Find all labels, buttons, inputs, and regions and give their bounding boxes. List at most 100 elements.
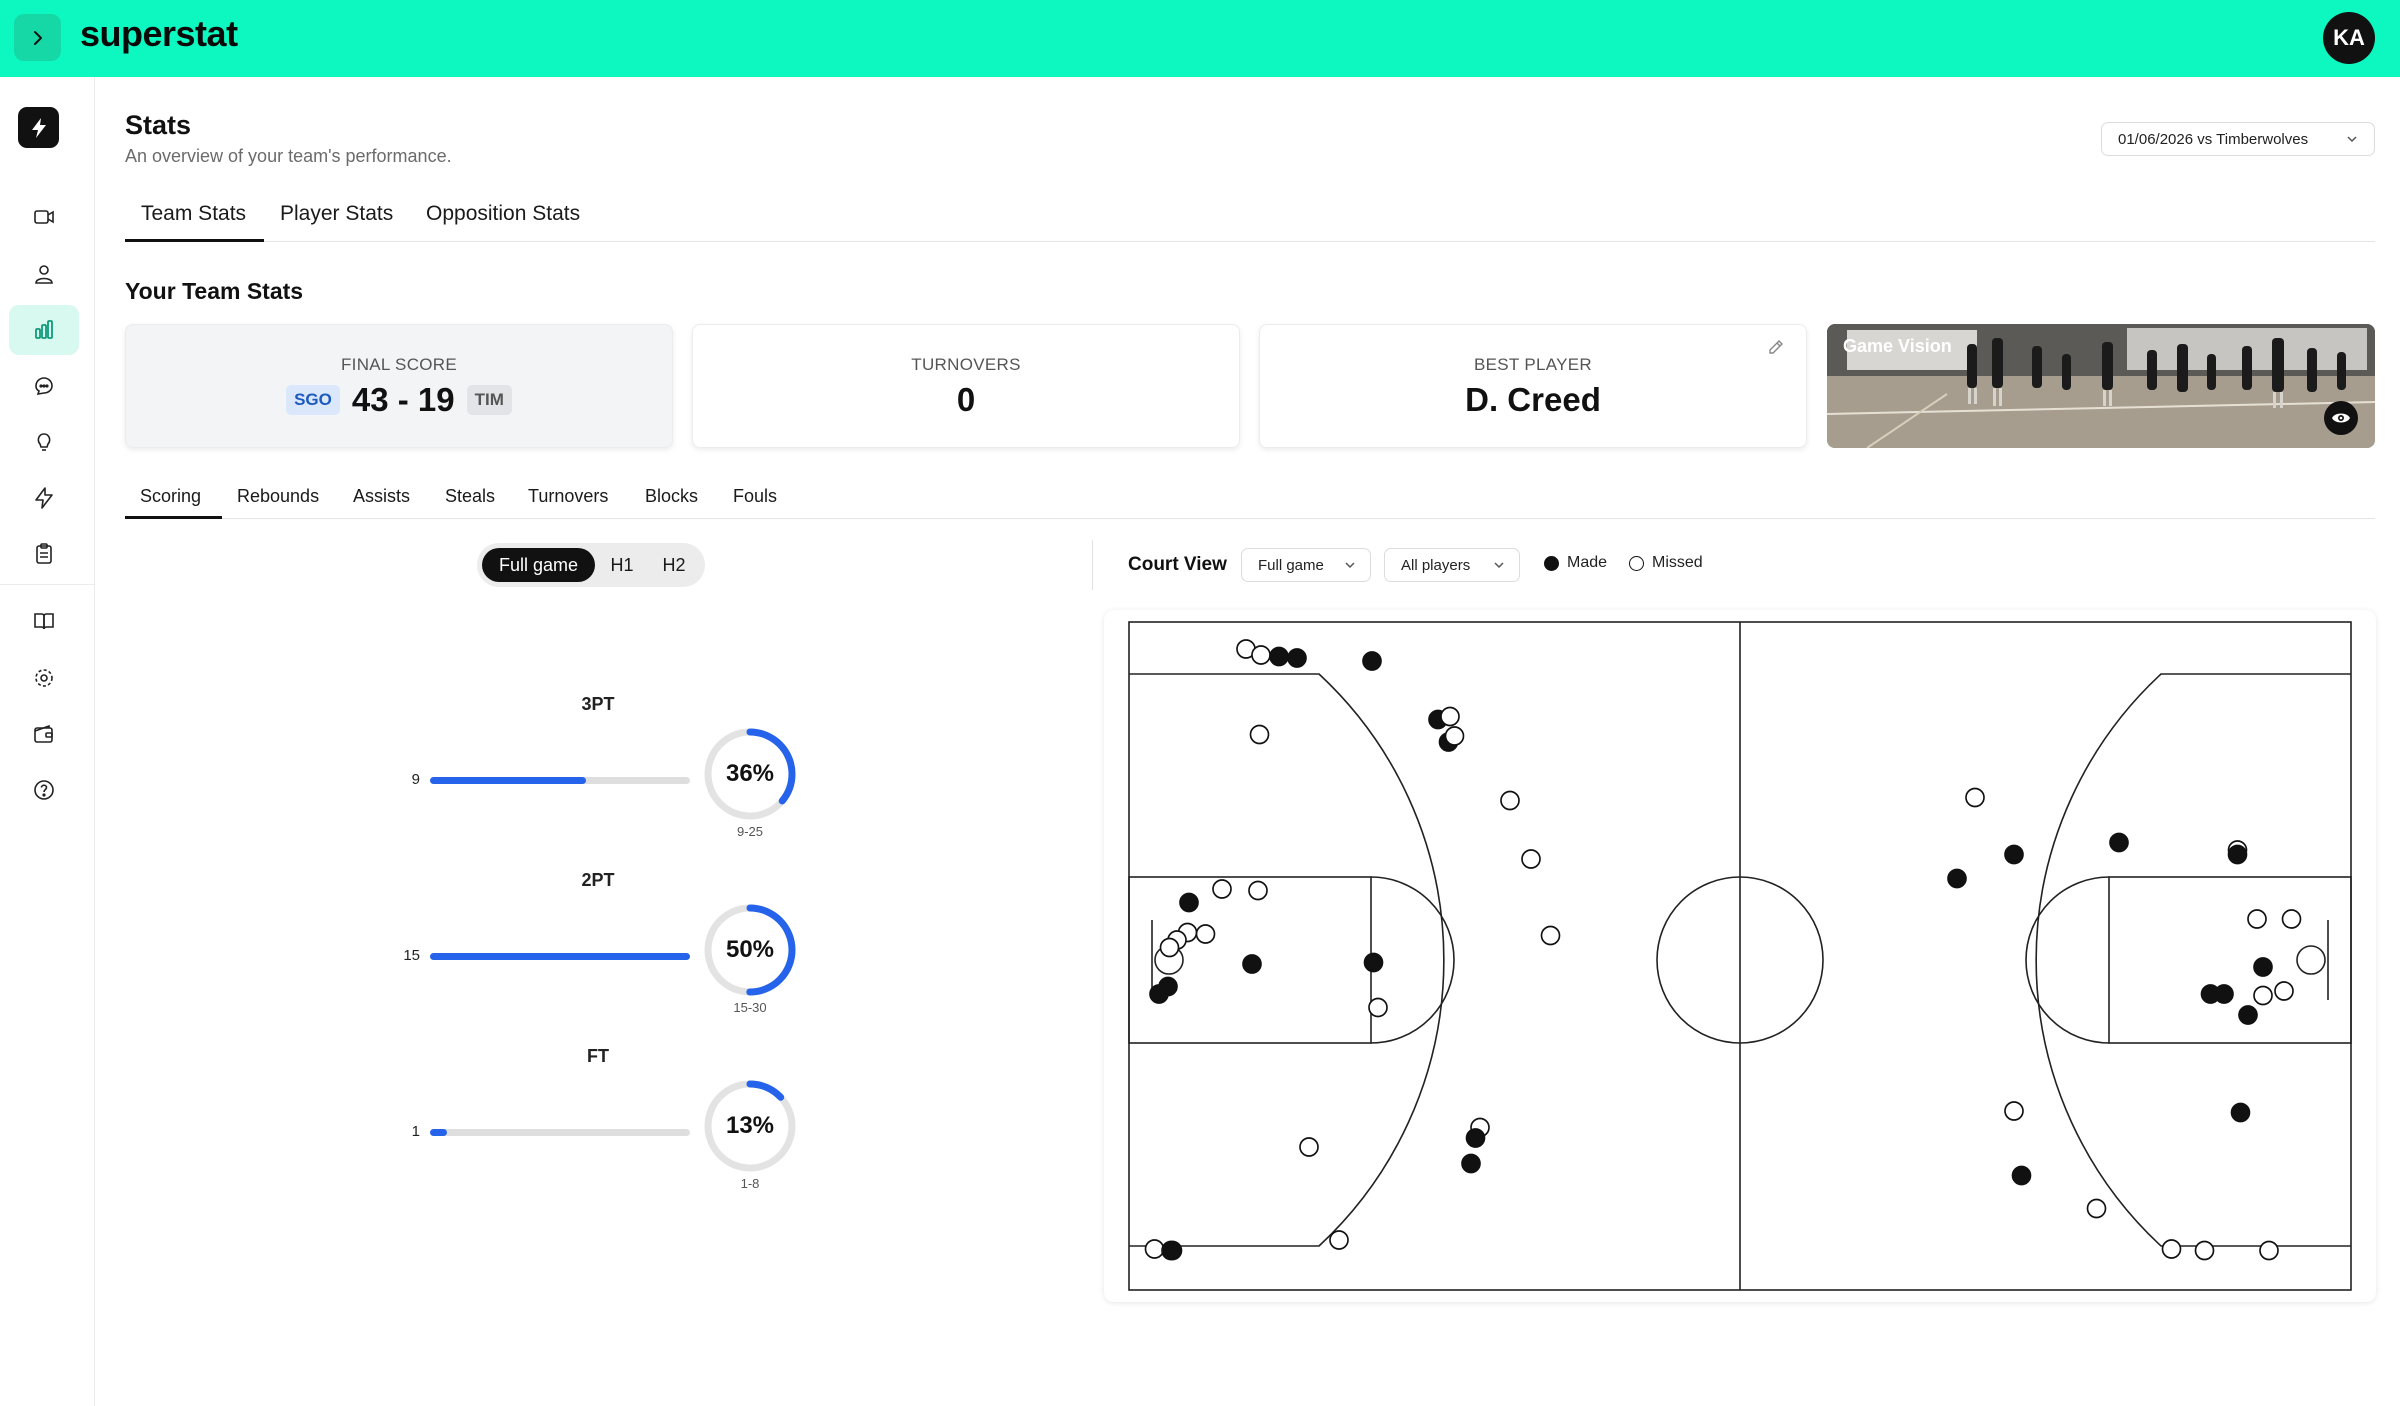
shot-missed-marker[interactable] (1965, 787, 1985, 808)
shot-missed-marker[interactable] (1212, 879, 1232, 899)
top-bar: superstat KA (0, 0, 2400, 77)
shot-missed-marker[interactable] (1159, 937, 1180, 958)
sidebar-item-actions[interactable] (9, 473, 79, 523)
help-icon (34, 780, 54, 800)
view-video-button[interactable] (2324, 401, 2358, 435)
shot-missed-marker[interactable] (2247, 909, 2267, 929)
shot-made-marker[interactable] (2011, 1165, 2032, 1186)
tab-scoring[interactable]: Scoring (125, 486, 222, 519)
court-period-value: Full game (1258, 556, 1324, 574)
shot-made-marker[interactable] (1947, 868, 1967, 889)
shot-made-marker[interactable] (1287, 648, 1307, 668)
sidebar-item-players[interactable] (9, 249, 79, 299)
pencil-icon[interactable] (1766, 337, 1786, 357)
period-h1[interactable]: H1 (597, 548, 647, 582)
sidebar-divider (0, 584, 95, 585)
chevron-down-icon (2347, 136, 2357, 143)
shot-missed-marker[interactable] (2161, 1239, 2182, 1259)
tab-rebounds[interactable]: Rebounds (237, 486, 319, 519)
shot-made-marker[interactable] (1465, 1128, 1486, 1148)
shot-made-marker[interactable] (1242, 954, 1262, 974)
page-subtitle: An overview of your team's performance. (125, 146, 452, 166)
shot-missed-marker[interactable] (1248, 880, 1268, 901)
shot-made-marker[interactable] (2253, 957, 2273, 977)
eye-icon (2332, 413, 2350, 423)
shot-made-marker[interactable] (1179, 892, 1199, 913)
period-h2[interactable]: H2 (649, 548, 699, 582)
shot-missed-marker[interactable] (2086, 1198, 2107, 1219)
chevron-down-icon (1345, 562, 1355, 569)
shot-missed-marker[interactable] (1249, 724, 1270, 745)
shot-missed-marker[interactable] (2281, 909, 2302, 929)
user-icon (35, 265, 53, 284)
tab-turnovers[interactable]: Turnovers (528, 486, 608, 519)
shot-missed-marker[interactable] (1251, 645, 1271, 665)
court-player-select[interactable]: All players (1384, 548, 1520, 582)
book-icon (34, 613, 54, 630)
brand-logo[interactable]: superstat (80, 13, 238, 55)
shot-missed-marker[interactable] (1540, 925, 1561, 946)
shot-markers (1144, 639, 2302, 1261)
shot-made-marker[interactable] (2230, 1102, 2251, 1123)
shot-made-marker[interactable] (1269, 646, 1289, 667)
shot-missed-marker[interactable] (1440, 706, 1460, 727)
shot-missed-marker[interactable] (2259, 1240, 2279, 1261)
tab-assists[interactable]: Assists (353, 486, 410, 519)
tab-player-stats[interactable]: Player Stats (280, 202, 393, 242)
home-team-badge: SGO (286, 385, 340, 415)
bolt-logo-icon (31, 117, 46, 138)
court-period-select[interactable]: Full game (1241, 548, 1371, 582)
sidebar-item-playbook[interactable] (9, 596, 79, 646)
sidebar-item-chat[interactable] (9, 361, 79, 411)
shot-missed-marker[interactable] (1500, 790, 1520, 811)
shot-missed-marker[interactable] (1144, 1239, 1165, 1259)
user-avatar[interactable]: KA (2323, 12, 2375, 64)
shot-made-marker[interactable] (1162, 1240, 1183, 1261)
shot-missed-marker[interactable] (1368, 997, 1388, 1018)
sidebar-item-settings[interactable] (9, 653, 79, 703)
stat-2pt-bar-fill (430, 953, 690, 960)
shot-made-marker[interactable] (2004, 844, 2024, 865)
wallet-icon (34, 724, 53, 743)
clipboard-icon (36, 543, 52, 564)
shot-missed-marker[interactable] (2274, 981, 2294, 1001)
stat-3pt-points: 9 (411, 771, 420, 788)
app-logo[interactable] (18, 107, 59, 148)
shot-made-marker[interactable] (2238, 1005, 2258, 1025)
stat-ft-label: FT (587, 1046, 609, 1066)
shot-made-marker[interactable] (2109, 832, 2129, 853)
period-full-game[interactable]: Full game (482, 548, 595, 582)
tab-blocks[interactable]: Blocks (645, 486, 698, 519)
shot-missed-marker[interactable] (1299, 1137, 1319, 1157)
sidebar-item-billing[interactable] (9, 709, 79, 759)
tab-opposition-stats[interactable]: Opposition Stats (426, 202, 580, 242)
tab-team-stats[interactable]: Team Stats (125, 202, 264, 242)
shot-missed-marker[interactable] (1521, 849, 1541, 869)
shot-missed-marker[interactable] (2253, 985, 2273, 1006)
tab-steals[interactable]: Steals (445, 486, 495, 519)
shot-made-marker[interactable] (1362, 651, 1382, 671)
stat-2pt-points: 15 (403, 947, 420, 964)
shot-made-marker[interactable] (2214, 984, 2234, 1004)
shot-made-marker[interactable] (1149, 984, 1169, 1004)
game-select[interactable]: 01/06/2026 vs Timberwolves (2101, 122, 2375, 156)
shot-missed-marker[interactable] (2194, 1240, 2215, 1261)
shot-made-marker[interactable] (1363, 952, 1384, 973)
sidebar-item-reports[interactable] (9, 529, 79, 579)
tab-fouls[interactable]: Fouls (733, 486, 777, 519)
sidebar-item-stats[interactable] (9, 305, 79, 355)
turnovers-card: TURNOVERS 0 (692, 324, 1240, 448)
shot-missed-marker[interactable] (2004, 1101, 2024, 1121)
shot-made-marker[interactable] (1461, 1153, 1481, 1174)
shot-missed-marker[interactable] (1195, 924, 1216, 944)
stat-ft-pct: 13% (725, 1112, 775, 1139)
sidebar-toggle-button[interactable] (14, 14, 61, 61)
sidebar-item-help[interactable] (9, 765, 79, 815)
game-vision-card[interactable]: Game Vision (1827, 324, 2375, 448)
shot-missed-marker[interactable] (1329, 1230, 1349, 1250)
sidebar-item-video[interactable] (9, 192, 79, 242)
sidebar-item-insights[interactable] (9, 417, 79, 467)
shot-made-marker[interactable] (2227, 844, 2248, 865)
shot-missed-marker[interactable] (1444, 726, 1465, 746)
court-player-value: All players (1401, 556, 1471, 574)
